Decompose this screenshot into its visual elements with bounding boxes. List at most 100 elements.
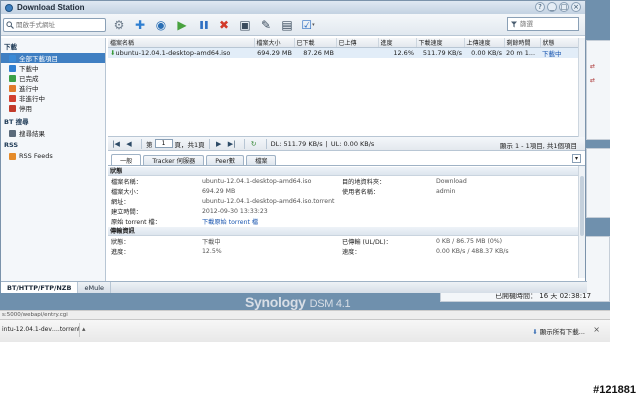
column-header[interactable]: 上傳速度 (464, 38, 505, 48)
empty-cell (464, 112, 504, 121)
bottom-tab[interactable]: BT/HTTP/FTP/NZB (1, 282, 79, 293)
browser-download-bar: intu-12.04.1-dev….torrent ▴ ⬇ 顯示所有下載... … (0, 319, 610, 342)
sidebar-item-label: 已完成 (19, 75, 39, 83)
column-header[interactable]: 檔案大小 (254, 38, 295, 48)
pause-button[interactable]: ❚❚ (195, 17, 211, 33)
sidebar-item[interactable]: 下載中 (1, 63, 105, 73)
empty-row (108, 121, 578, 130)
page-suffix: 頁，共1頁 (174, 140, 205, 149)
close-button[interactable]: × (571, 2, 581, 12)
search-torrent-button[interactable]: ◉ (153, 17, 169, 33)
sidebar-item[interactable]: 全部下載項目 (1, 53, 105, 63)
detail-value: 下載中 (202, 238, 221, 246)
table-row[interactable]: ⬇ubuntu-12.04.1-desktop-amd64.iso 694.29 … (108, 47, 578, 58)
empty-cell (464, 67, 504, 76)
sidebar-section-title: 下載 (4, 43, 17, 51)
detail-tab[interactable]: 一般 (111, 154, 142, 165)
cell-down_speed: 511.79 KB/s (416, 47, 464, 58)
cell-text: 87.26 MB (303, 49, 334, 57)
empty-cell (336, 85, 378, 94)
sidebar-item[interactable]: 已完成 (1, 73, 105, 83)
add-button[interactable]: ✚ (132, 17, 148, 33)
empty-row (108, 94, 578, 103)
detail-value: 694.29 MB (202, 187, 236, 195)
prev-page-icon[interactable]: ◀ (124, 139, 134, 149)
minimize-button[interactable]: _ (547, 2, 557, 12)
download-item[interactable]: intu-12.04.1-dev….torrent (0, 323, 80, 337)
empty-cell (108, 85, 254, 94)
show-all-downloads-link[interactable]: ⬇ 顯示所有下載... (532, 326, 585, 336)
transfer-rows: 狀態： 下載中 已傳輸 (UL/DL)： 0 KB / 86.75 MB (0%) 進度… (108, 236, 585, 256)
save-button[interactable]: ▣ (237, 17, 253, 33)
empty-cell (416, 121, 464, 130)
column-header[interactable]: 剩餘時間 (504, 38, 541, 48)
empty-cell (540, 112, 578, 121)
detail-value: 12.5% (202, 247, 222, 255)
detail-tab[interactable]: Peer數 (206, 155, 245, 165)
delete-button[interactable]: ✖ (216, 17, 232, 33)
sidebar-item[interactable]: 停用 (1, 103, 105, 113)
close-download-bar-icon[interactable]: × (593, 325, 600, 334)
category-icon (9, 94, 16, 102)
sidebar-item[interactable]: 進行中 (1, 83, 105, 93)
empty-cell (504, 103, 540, 112)
column-header[interactable]: 狀態 (540, 38, 579, 48)
empty-cell (254, 58, 294, 67)
dsm-logo: Synology DSM 4.1 (245, 294, 351, 310)
detail-value: ubuntu-12.04.1-desktop-amd64.iso (202, 177, 312, 185)
empty-cell (294, 85, 336, 94)
maximize-button[interactable]: □ (559, 2, 569, 12)
column-header[interactable]: 檔案名稱 (108, 38, 255, 48)
transfer-section-title: 傳輸資訊 (108, 227, 585, 236)
empty-cell (464, 58, 504, 67)
sidebar-item[interactable]: RSS Feeds (1, 151, 105, 161)
sidebar-item-label: 進行中 (19, 85, 39, 93)
edit-button[interactable]: ✎ (258, 17, 274, 33)
cell-text: 12.6% (393, 49, 414, 57)
refresh-icon[interactable]: ↻ (249, 139, 259, 149)
collapse-icon[interactable]: ▾ (572, 154, 581, 163)
download-torrent-link[interactable]: 下載原始 torrent 檔 (202, 217, 342, 226)
page-input[interactable] (154, 139, 173, 148)
sidebar-item[interactable]: 非進行中 (1, 93, 105, 103)
empty-row (108, 112, 578, 121)
delete-x-icon: ✖ (218, 17, 230, 32)
grid-scrollbar[interactable] (578, 38, 585, 137)
first-page-icon[interactable]: |◀ (111, 139, 121, 149)
last-page-icon[interactable]: ▶| (227, 139, 237, 149)
filter-input[interactable] (520, 20, 578, 28)
filter-box[interactable] (507, 17, 579, 31)
select-button[interactable]: ☑ ▾ (300, 17, 316, 33)
empty-cell (464, 121, 504, 130)
empty-cell (336, 121, 378, 130)
detail-row: 原始 torrent 檔： 下載原始 torrent 檔 (108, 216, 585, 226)
column-header[interactable]: 下載速度 (416, 38, 465, 48)
detail-scroll-thumb[interactable] (580, 176, 584, 236)
column-header[interactable]: 已上傳 (336, 38, 379, 48)
column-header[interactable]: 已下載 (294, 38, 337, 48)
empty-cell (504, 94, 540, 103)
watermark: #121881 (593, 384, 636, 396)
sidebar-item[interactable]: 搜尋結果 (1, 128, 105, 138)
globe-search-icon: ◉ (155, 17, 167, 32)
title-bar[interactable]: Download Station ? _ □ × (1, 1, 585, 14)
settings-button[interactable]: ⚙ (111, 17, 127, 33)
chevron-up-icon[interactable]: ▴ (82, 325, 86, 333)
sidebar: 下載 全部下載項目 下載中 已完成 進行中 非進行中 停用 BT 搜尋 搜尋結果 RSS RSS F… (1, 38, 106, 281)
empty-cell (416, 58, 464, 67)
detail-row: 建立時間： 2012-09-30 13:33:23 (108, 206, 585, 216)
resume-button[interactable]: ▶ (174, 17, 190, 33)
url-search-box[interactable] (3, 17, 106, 32)
url-input[interactable] (16, 20, 102, 29)
detail-value: admin (436, 187, 456, 195)
help-button[interactable]: ? (535, 2, 545, 12)
page-prefix: 第 (146, 140, 153, 149)
next-page-icon[interactable]: ▶ (214, 139, 224, 149)
detail-scrollbar[interactable] (578, 166, 585, 278)
detail-tab[interactable]: 檔案 (246, 155, 277, 165)
calc-button[interactable]: ▤ (279, 17, 295, 33)
separator (243, 138, 245, 149)
detail-tab[interactable]: Tracker 伺服器 (143, 155, 205, 165)
bottom-tab[interactable]: eMule (78, 282, 112, 293)
column-header[interactable]: 進度 (378, 38, 417, 48)
